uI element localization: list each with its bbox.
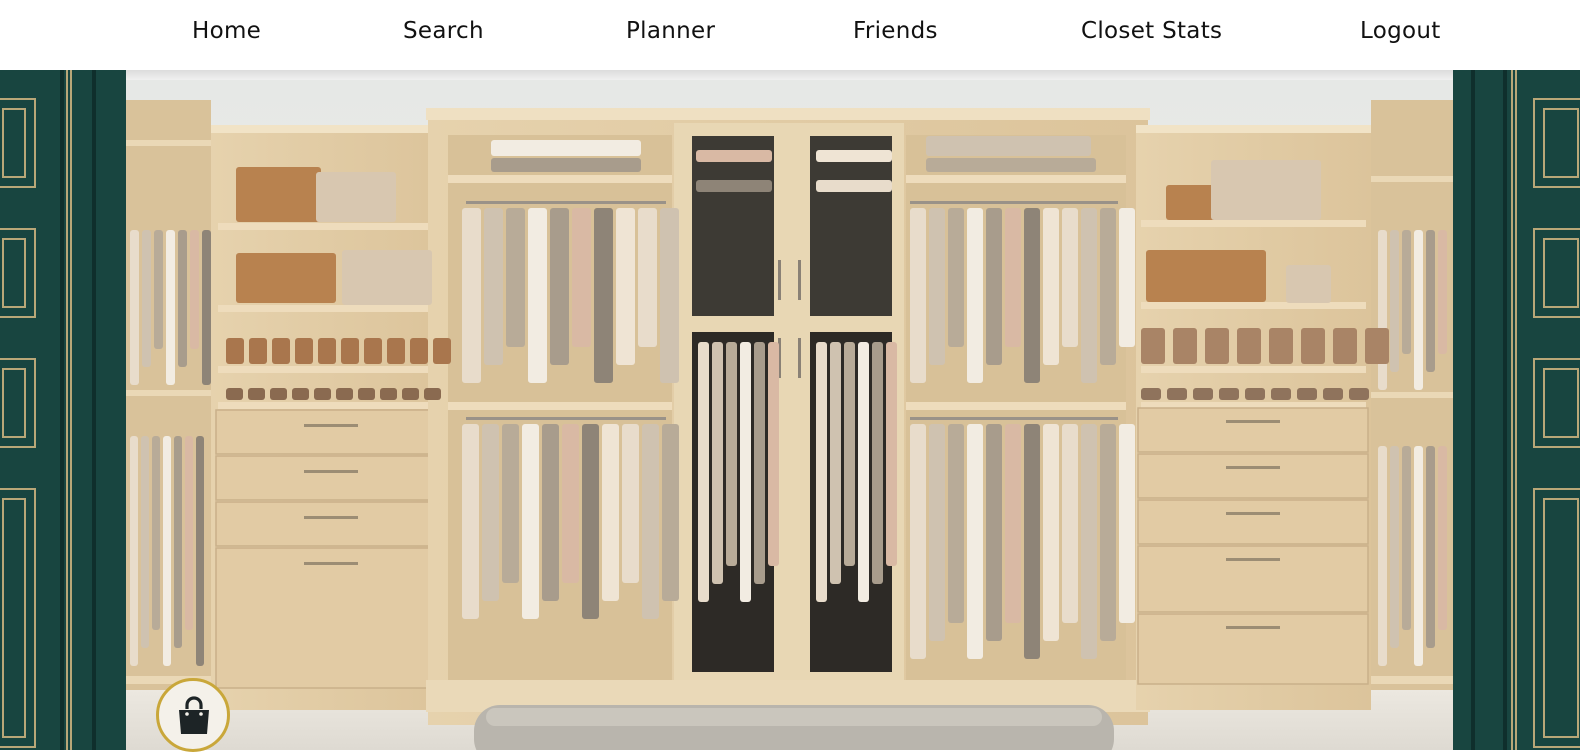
top-navigation: Home Search Planner Friends Closet Stats…: [0, 0, 1580, 70]
nav-divider: [126, 70, 1453, 80]
nav-friends-link[interactable]: Friends: [853, 18, 938, 44]
nav-closet-stats-link[interactable]: Closet Stats: [1081, 18, 1222, 44]
nav-search-link[interactable]: Search: [403, 18, 484, 44]
nav-planner-link[interactable]: Planner: [626, 18, 715, 44]
nav-logout-link[interactable]: Logout: [1360, 18, 1441, 44]
left-wall-panel: [0, 60, 126, 750]
shopping-bag-icon: [179, 696, 209, 734]
right-wall-panel: [1453, 60, 1580, 750]
shopping-bag-button[interactable]: [156, 678, 230, 752]
nav-home-link[interactable]: Home: [192, 18, 261, 44]
closet-hero-image: [126, 80, 1453, 750]
